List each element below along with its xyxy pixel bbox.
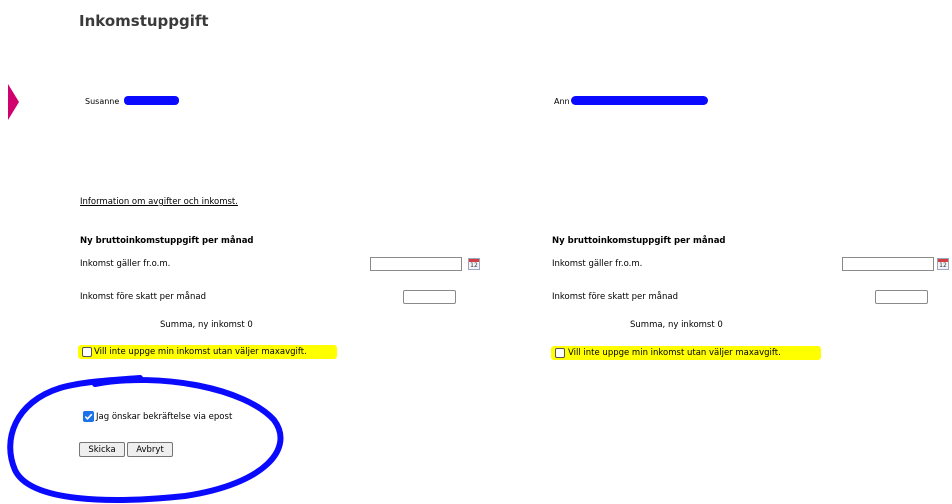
date-label-2: Inkomst gäller fr.o.m. [552,259,643,269]
section-heading-1: Ny bruttoinkomstuppgift per månad [80,236,254,246]
income-label-1: Inkomst före skatt per månad [80,292,206,302]
calendar-icon-number: 12 [470,262,478,269]
submit-button[interactable]: Skicka [79,442,125,457]
summa-text-2: Summa, ny inkomst 0 [630,320,723,330]
info-link[interactable]: Information om avgifter och inkomst. [80,197,238,207]
date-input-2[interactable] [842,257,934,271]
checkmark-icon [84,413,93,420]
income-input-1[interactable] [403,290,456,304]
cancel-button[interactable]: Avbryt [127,442,173,457]
confirm-email-label: Jag önskar bekräftelse via epost [96,412,233,422]
person-name-1: Susanne [85,97,120,106]
summa-text-1: Summa, ny inkomst 0 [160,320,253,330]
income-input-2[interactable] [875,290,928,304]
calendar-icon[interactable]: 12 [468,258,480,270]
page-title: Inkomstuppgift [79,12,209,30]
section-heading-2: Ny bruttoinkomstuppgift per månad [552,236,726,246]
redaction-mark [124,96,179,105]
calendar-icon[interactable]: 12 [937,258,949,270]
date-label-1: Inkomst gäller fr.o.m. [80,259,171,269]
side-nav-arrow-icon[interactable] [8,84,19,120]
income-label-2: Inkomst före skatt per månad [552,292,678,302]
maxavgift-checkbox-1[interactable] [82,347,92,357]
maxavgift-checkbox-2[interactable] [555,348,565,358]
maxavgift-label-1: Vill inte uppge min inkomst utan väljer … [94,347,307,357]
date-input-1[interactable] [370,257,462,271]
redaction-mark [571,96,708,105]
maxavgift-label-2: Vill inte uppge min inkomst utan väljer … [568,348,781,358]
person-name-2: Ann [554,97,570,106]
annotation-circle [7,375,284,503]
calendar-icon-number: 12 [939,262,947,269]
confirm-email-checkbox[interactable] [83,411,94,422]
